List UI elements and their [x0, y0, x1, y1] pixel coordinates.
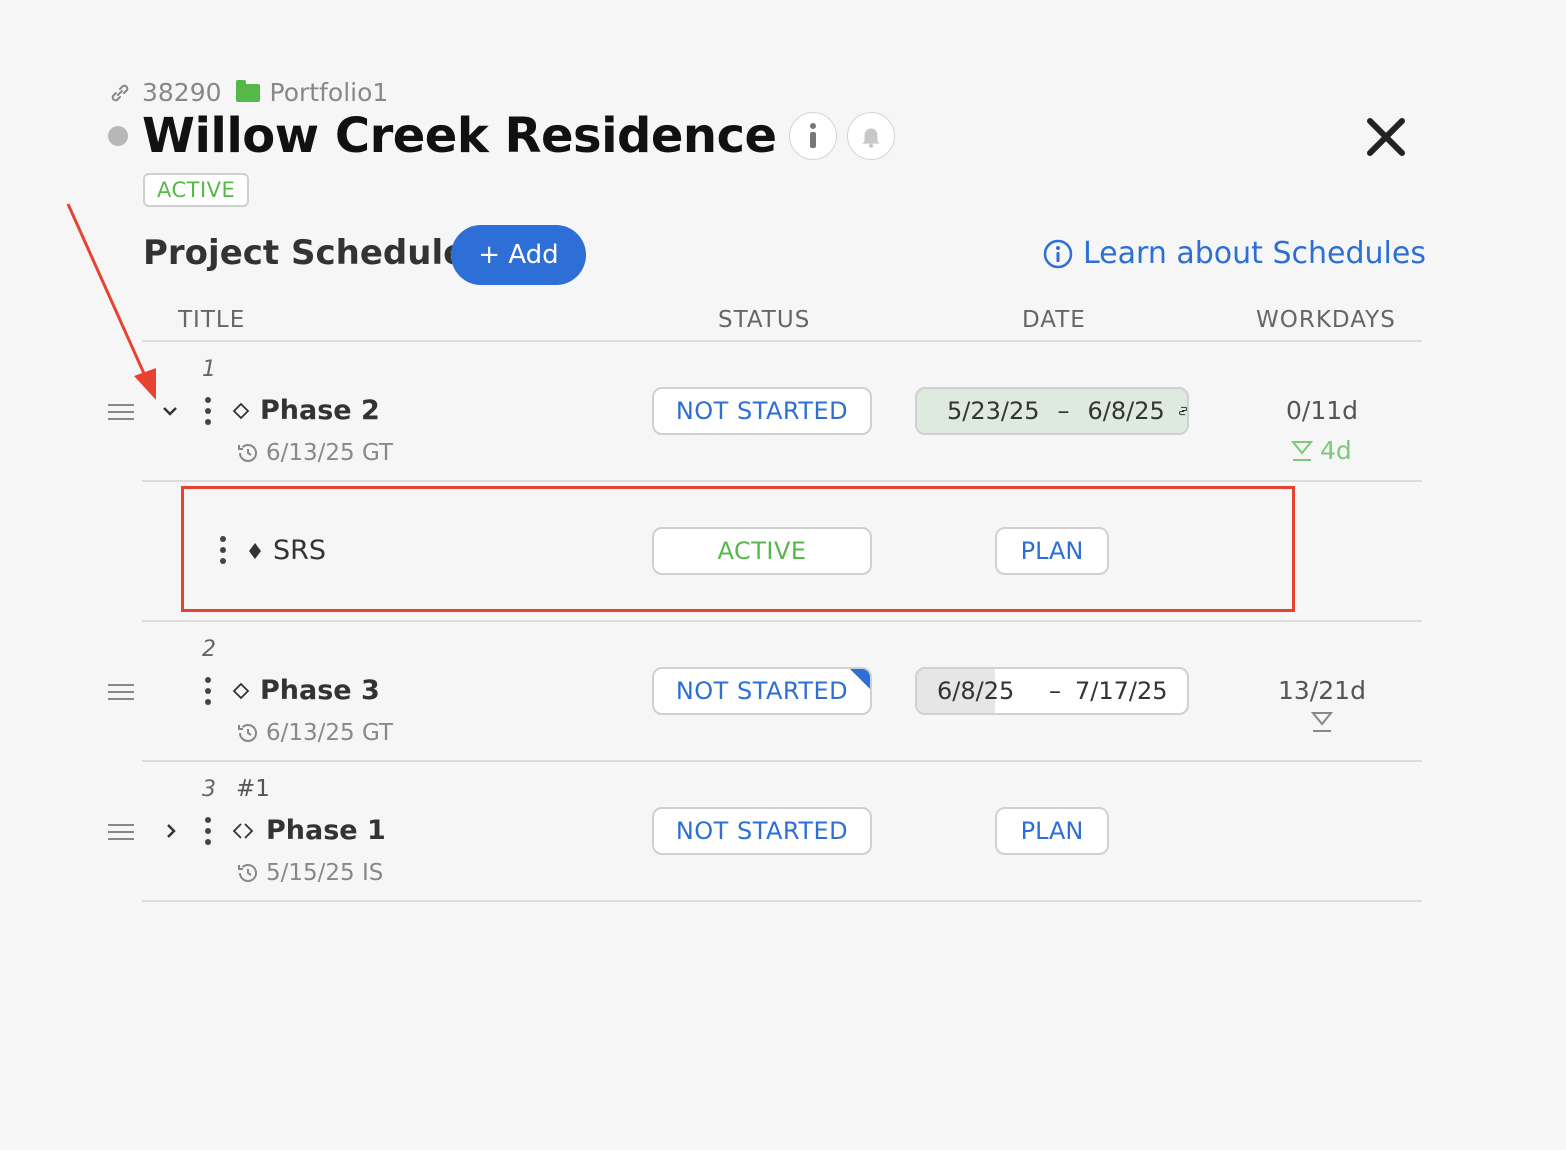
learn-link-label: Learn about Schedules — [1083, 236, 1426, 271]
annotation-highlight-box — [181, 486, 1295, 612]
date-range-pill[interactable]: 5/23/25 – 6/8/25 — [915, 387, 1189, 435]
row-title[interactable]: Phase 1 — [232, 815, 386, 846]
chevron-right-icon[interactable] — [165, 823, 177, 839]
date-end: 7/17/25 — [1075, 677, 1168, 705]
row-menu-button[interactable] — [204, 677, 212, 705]
workdays-value: 13/21d — [1278, 676, 1366, 705]
date-separator: – — [1057, 397, 1070, 425]
date-start: 6/8/25 — [937, 677, 1015, 705]
row-menu-button[interactable] — [204, 817, 212, 845]
drag-handle[interactable] — [108, 684, 134, 705]
link-icon — [111, 84, 129, 101]
diamond-split-icon — [232, 822, 254, 839]
row-subtitle-text: 6/13/25 GT — [266, 440, 394, 466]
row-subtitle-text: 6/13/25 GT — [266, 720, 394, 746]
title-row: Willow Creek Residence — [108, 108, 895, 164]
row-divider — [142, 900, 1422, 902]
bell-icon — [861, 128, 880, 148]
portfolio-link[interactable]: Portfolio1 — [270, 78, 389, 107]
status-pill-label: NOT STARTED — [675, 677, 849, 705]
hourglass-icon — [1290, 440, 1314, 461]
row-divider — [142, 760, 1422, 762]
status-pill[interactable]: NOT STARTED — [652, 387, 872, 435]
column-date[interactable]: DATE — [1022, 307, 1086, 333]
annotation-arrow-icon — [66, 203, 156, 400]
row-divider — [142, 480, 1422, 482]
add-button[interactable]: + Add — [451, 225, 586, 285]
date-start: 5/23/25 — [947, 397, 1040, 425]
history-icon — [238, 444, 257, 462]
row-subtitle: 5/15/25 IS — [236, 860, 383, 886]
status-dot — [108, 126, 128, 146]
learn-schedules-link[interactable]: Learn about Schedules — [1043, 236, 1426, 271]
date-separator: – — [1049, 677, 1061, 705]
workdays-float-text: 4d — [1320, 436, 1352, 465]
column-workdays[interactable]: WORKDAYS — [1256, 307, 1396, 333]
row-title-text: Phase 3 — [260, 675, 380, 706]
row-subtitle: 6/13/25 GT — [236, 720, 393, 746]
row-number: 1 — [202, 357, 216, 382]
row-title-text: Phase 1 — [266, 815, 386, 846]
section-title: Project Schedule — [143, 233, 467, 273]
page-title: Willow Creek Residence — [142, 108, 777, 164]
workdays-float: 4d — [1290, 436, 1352, 465]
folder-icon — [235, 79, 260, 102]
date-start-segment: 6/8/25 — [917, 669, 1014, 713]
row-number: 2 — [202, 637, 216, 662]
breadcrumb: 38290 Portfolio1 — [108, 78, 388, 107]
history-icon — [238, 864, 257, 882]
workdays-value: 0/11d — [1285, 396, 1358, 425]
diamond-outline-icon — [232, 682, 250, 699]
link-dates-icon — [1178, 406, 1187, 416]
row-subtitle-text: 5/15/25 IS — [266, 860, 384, 886]
info-circle-icon — [1043, 239, 1073, 268]
row-title-text: Phase 2 — [260, 395, 380, 426]
close-icon[interactable] — [1364, 115, 1408, 159]
history-icon — [238, 724, 257, 742]
row-subtitle: 6/13/25 GT — [236, 440, 393, 466]
status-pill[interactable]: NOT STARTED — [652, 667, 872, 715]
info-icon — [809, 123, 816, 148]
column-status[interactable]: STATUS — [718, 307, 810, 333]
row-tag: #1 — [236, 776, 270, 802]
row-menu-button[interactable] — [204, 397, 212, 425]
header-divider — [142, 340, 1422, 342]
drag-handle[interactable] — [108, 824, 134, 845]
status-pill[interactable]: NOT STARTED — [652, 807, 872, 855]
row-title[interactable]: Phase 3 — [232, 675, 380, 706]
project-id[interactable]: 38290 — [142, 78, 222, 107]
notification-button[interactable] — [846, 112, 895, 160]
date-end: 6/8/25 — [1087, 397, 1165, 425]
info-button[interactable] — [788, 112, 837, 160]
row-number: 3 — [202, 777, 216, 802]
diamond-outline-icon — [232, 402, 250, 419]
date-range-pill[interactable]: 6/8/25 – 7/17/25 — [915, 667, 1189, 715]
corner-flag-icon — [850, 669, 870, 689]
row-divider — [142, 620, 1422, 622]
plan-button[interactable]: PLAN — [995, 807, 1109, 855]
row-title[interactable]: Phase 2 — [232, 395, 380, 426]
hourglass-icon — [1310, 712, 1334, 732]
column-title[interactable]: TITLE — [178, 307, 245, 333]
